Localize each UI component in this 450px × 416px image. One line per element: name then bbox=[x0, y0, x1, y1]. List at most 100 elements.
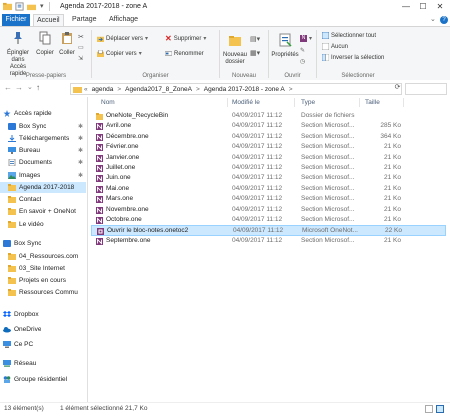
up-button[interactable]: ↑ bbox=[36, 83, 40, 93]
breadcrumb-agenda[interactable]: agenda bbox=[90, 86, 116, 93]
copy-to-button[interactable]: Copier vers ▾ bbox=[97, 50, 142, 57]
open-with-button[interactable]: N ▾ bbox=[300, 35, 312, 42]
breadcrumb-separator[interactable]: > bbox=[287, 86, 295, 93]
tab-share[interactable]: Partage bbox=[69, 14, 100, 26]
select-all-button[interactable]: Sélectionner tout bbox=[322, 32, 376, 39]
file-row[interactable]: Septembre.one 04/09/2017 11:12 Section Mic… bbox=[91, 236, 446, 246]
sidebar-item-ressources-commu[interactable]: Ressources Commu bbox=[0, 287, 86, 298]
new-folder-button[interactable]: Nouveau dossier bbox=[222, 33, 248, 66]
sidebar-item-quick-access[interactable]: Accès rapide bbox=[0, 108, 86, 119]
select-none-button[interactable]: Aucun bbox=[322, 43, 348, 50]
title-divider bbox=[49, 2, 50, 11]
file-row[interactable]: Février.one 04/09/2017 11:12 Section Micro… bbox=[91, 142, 446, 152]
pinned-icon[interactable]: ✱ bbox=[78, 147, 83, 154]
file-row[interactable]: Janvier.one 04/09/2017 11:12 Section Micro… bbox=[91, 153, 446, 163]
paste-shortcut-button[interactable]: ⇲ bbox=[78, 55, 83, 62]
tab-file[interactable]: Fichier bbox=[2, 14, 30, 26]
title-bar: ▾ Agenda 2017-2018 - zone A — ☐ ✕ bbox=[0, 0, 450, 15]
pinned-icon[interactable]: ✱ bbox=[78, 159, 83, 166]
large-icons-view-button[interactable] bbox=[436, 405, 444, 413]
quick-access-properties-icon[interactable] bbox=[15, 2, 24, 11]
file-row[interactable]: Mars.one 04/09/2017 11:12 Section Microsof… bbox=[91, 194, 446, 204]
column-header-modified[interactable]: Modifié le bbox=[232, 97, 260, 108]
paste-button[interactable]: Coller bbox=[56, 31, 78, 57]
back-button[interactable]: ← bbox=[4, 83, 12, 93]
file-row[interactable]: Juin.one 04/09/2017 11:12 Section Microsof… bbox=[91, 173, 446, 183]
breadcrumb-overflow[interactable]: « bbox=[82, 86, 90, 93]
cut-button[interactable]: ✂ bbox=[78, 33, 84, 41]
file-row[interactable]: Mai.one 04/09/2017 11:12 Section Microsof.… bbox=[91, 184, 446, 194]
refresh-button[interactable]: ⟳ bbox=[393, 83, 402, 93]
column-divider[interactable] bbox=[359, 98, 360, 107]
pin-quick-access-button[interactable]: Épingler dans Accès rapide bbox=[3, 31, 33, 78]
sidebar-item-downloads[interactable]: Téléchargements bbox=[0, 133, 86, 144]
column-divider[interactable] bbox=[294, 98, 295, 107]
file-row[interactable]: Juillet.one 04/09/2017 11:12 Section Micro… bbox=[91, 163, 446, 173]
search-input[interactable] bbox=[405, 83, 447, 95]
column-divider[interactable] bbox=[227, 98, 228, 107]
breadcrumb-current-folder[interactable]: Agenda 2017-2018 - zone A bbox=[202, 86, 287, 93]
column-header-type[interactable]: Type bbox=[301, 97, 315, 108]
sidebar-item-ressources-com[interactable]: 04_Ressources.com bbox=[0, 251, 86, 262]
invert-selection-icon bbox=[322, 54, 329, 61]
forward-button[interactable]: → bbox=[15, 83, 23, 93]
sidebar-item-dropbox[interactable]: Dropbox bbox=[0, 309, 86, 320]
sidebar-item-agenda-2017-2018[interactable]: Agenda 2017-2018 bbox=[0, 182, 86, 193]
sidebar-item-box-sync[interactable]: Box Sync bbox=[0, 121, 86, 132]
sidebar-item-contact[interactable]: Contact bbox=[0, 194, 86, 205]
maximize-button[interactable]: ☐ bbox=[415, 0, 431, 13]
file-row[interactable]: Octobre.one 04/09/2017 11:12 Section Micro… bbox=[91, 215, 446, 225]
quick-access-dropdown-icon[interactable]: ▾ bbox=[40, 2, 49, 11]
new-item-button[interactable]: ▤▾ bbox=[250, 35, 260, 43]
file-type: Section Microsof... bbox=[301, 174, 355, 182]
sidebar-item-homegroup[interactable]: Groupe résidentiel bbox=[0, 374, 86, 385]
details-view-button[interactable] bbox=[425, 405, 433, 413]
copy-button[interactable]: Copier bbox=[35, 31, 55, 57]
invert-selection-button[interactable]: Inverser la sélection bbox=[322, 54, 384, 61]
sidebar-item-this-pc[interactable]: Ce PC bbox=[0, 339, 86, 350]
close-button[interactable]: ✕ bbox=[432, 0, 448, 13]
minimize-button[interactable]: — bbox=[398, 0, 414, 13]
address-bar[interactable]: « agenda > Agenda2017_8_ZoneA > Agenda 2… bbox=[70, 83, 402, 95]
ribbon-divider bbox=[316, 30, 317, 78]
help-icon[interactable]: ? bbox=[440, 16, 448, 24]
move-to-button[interactable]: Déplacer vers ▾ bbox=[97, 35, 148, 42]
recent-locations-button[interactable]: ⌄ bbox=[27, 83, 33, 93]
sidebar-item-images[interactable]: Images bbox=[0, 170, 86, 181]
delete-button[interactable]: ✕ Supprimer ▾ bbox=[165, 35, 206, 43]
sidebar-item-onedrive[interactable]: OneDrive bbox=[0, 324, 86, 335]
breadcrumb-agenda2017-zonea[interactable]: Agenda2017_8_ZoneA bbox=[123, 86, 194, 93]
column-header-name[interactable]: Nom bbox=[101, 97, 115, 108]
pinned-icon[interactable]: ✱ bbox=[78, 172, 83, 179]
breadcrumb-separator[interactable]: > bbox=[115, 86, 123, 93]
breadcrumb-separator[interactable]: > bbox=[194, 86, 202, 93]
pinned-icon[interactable]: ✱ bbox=[78, 123, 83, 130]
sidebar-item-site-internet[interactable]: 03_Site Internet bbox=[0, 263, 86, 274]
file-row[interactable]: Décembre.one 04/09/2017 11:12 Section Micr… bbox=[91, 132, 446, 142]
sidebar-item-box-sync-root[interactable]: Box Sync bbox=[0, 238, 86, 249]
pinned-icon[interactable]: ✱ bbox=[78, 135, 83, 142]
file-row[interactable]: OneNote_RecycleBin 04/09/2017 11:12 Dossie… bbox=[91, 111, 446, 121]
folder-icon bbox=[8, 208, 16, 215]
sidebar-item-documents[interactable]: Documents bbox=[0, 157, 86, 168]
file-row[interactable]: Avril.one 04/09/2017 11:12 Section Microso… bbox=[91, 121, 446, 131]
pin-icon bbox=[14, 32, 22, 44]
copy-path-button[interactable]: ▭ bbox=[78, 44, 84, 51]
easy-access-button[interactable]: ▦▾ bbox=[250, 49, 260, 57]
sidebar-item-le-video[interactable]: Le vidéo bbox=[0, 219, 86, 230]
column-divider[interactable] bbox=[403, 98, 404, 107]
properties-button[interactable]: Propriétés bbox=[270, 33, 300, 59]
sidebar-item-en-savoir-onenote[interactable]: En savoir + OneNot bbox=[0, 206, 86, 217]
rename-button[interactable]: Renommer bbox=[165, 50, 204, 57]
edit-button[interactable]: ✎ bbox=[300, 47, 305, 54]
ribbon-expand-icon[interactable]: ⌄ bbox=[430, 15, 436, 23]
file-row[interactable]: Ouvrir le bloc-notes.onetoc2 04/09/2017 1… bbox=[91, 225, 446, 236]
sidebar-item-projets-en-cours[interactable]: Projets en cours bbox=[0, 275, 86, 286]
sidebar-item-desktop[interactable]: Bureau bbox=[0, 145, 86, 156]
tab-view[interactable]: Affichage bbox=[106, 14, 141, 26]
sidebar-item-network[interactable]: Réseau bbox=[0, 358, 86, 369]
file-row[interactable]: Novembre.one 04/09/2017 11:12 Section Micr… bbox=[91, 205, 446, 215]
history-button[interactable]: ◷ bbox=[300, 58, 305, 65]
column-header-size[interactable]: Taille bbox=[365, 97, 380, 108]
quick-access-new-folder-icon[interactable] bbox=[27, 2, 36, 11]
